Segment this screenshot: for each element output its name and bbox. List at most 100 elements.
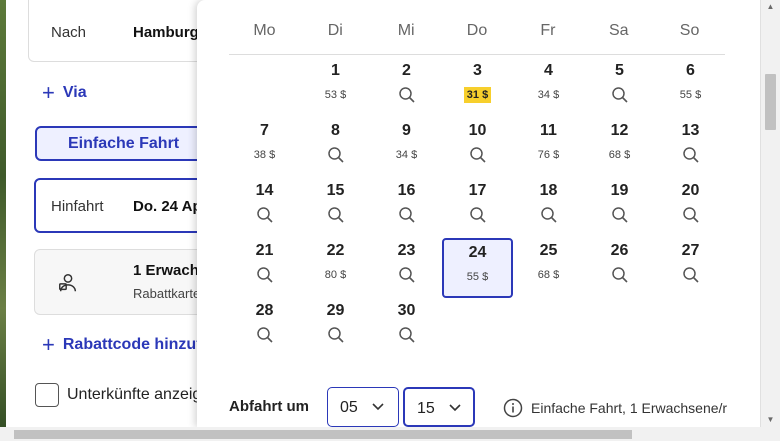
day-number: 18 — [539, 182, 558, 199]
calendar-day[interactable]: 20 — [655, 178, 726, 238]
calendar-day[interactable]: 13 — [655, 118, 726, 178]
day-price: 53 $ — [324, 89, 347, 101]
day-number: 29 — [326, 302, 345, 319]
calendar-day[interactable]: 14 — [229, 178, 300, 238]
discount-code-label: Rabattcode hinzufü — [62, 336, 212, 353]
calendar-day[interactable]: 8 — [300, 118, 371, 178]
passenger-selector[interactable]: 1 Erwach Rabattkarte — [34, 249, 224, 315]
calendar-day[interactable]: 17 — [442, 178, 513, 238]
calendar-day[interactable]: 4 34 $ — [513, 58, 584, 118]
magnifier-icon — [682, 147, 699, 163]
chevron-down-icon — [449, 404, 461, 412]
hour-value: 05 — [340, 399, 358, 416]
day-number: 3 — [473, 62, 482, 79]
day-number: 17 — [468, 182, 487, 199]
calendar-day[interactable]: 12 68 $ — [584, 118, 655, 178]
day-number: 16 — [397, 182, 416, 199]
magnifier-icon — [611, 207, 628, 223]
magnifier-icon — [469, 207, 486, 223]
outbound-value: Do. 24 Ap — [133, 198, 202, 215]
hour-select[interactable]: 05 — [327, 387, 399, 427]
calendar-day[interactable]: 30 — [371, 298, 442, 358]
add-discount-code-button[interactable]: + Rabattcode hinzufü — [42, 334, 212, 356]
magnifier-icon — [611, 267, 628, 283]
calendar-day[interactable]: 7 38 $ — [229, 118, 300, 178]
day-price: 68 $ — [608, 149, 631, 161]
departure-time-label: Abfahrt um — [229, 398, 309, 415]
magnifier-icon — [398, 87, 415, 103]
cheapest-price-badge: 31 $ — [463, 87, 492, 103]
calendar-day[interactable]: 23 — [371, 238, 442, 298]
magnifier-icon — [398, 267, 415, 283]
magnifier-icon — [327, 327, 344, 343]
vertical-scroll-thumb[interactable] — [765, 74, 776, 130]
calendar-day[interactable]: 28 — [229, 298, 300, 358]
calendar-day[interactable]: 1 53 $ — [300, 58, 371, 118]
magnifier-icon — [327, 207, 344, 223]
magnifier-icon — [256, 267, 273, 283]
discount-card-label: Rabattkarte — [133, 286, 201, 301]
calendar-day[interactable]: 10 — [442, 118, 513, 178]
day-price: 34 $ — [395, 149, 418, 161]
date-picker-panel: Mo Di Mi Do Fr Sa So 1 53 $2 3 31 $4 34 $5 6 5… — [197, 0, 760, 427]
plus-icon: + — [42, 80, 55, 105]
calendar-day[interactable]: 3 31 $ — [442, 58, 513, 118]
accommodation-checkbox[interactable] — [35, 383, 59, 407]
weekday-label: So — [679, 22, 700, 39]
day-number: 24 — [468, 244, 487, 261]
minute-select[interactable]: 15 — [403, 387, 475, 427]
calendar-day[interactable]: 25 68 $ — [513, 238, 584, 298]
day-number: 15 — [326, 182, 345, 199]
calendar-day[interactable]: 11 76 $ — [513, 118, 584, 178]
calendar-day[interactable]: 15 — [300, 178, 371, 238]
magnifier-icon — [682, 267, 699, 283]
add-via-button[interactable]: + Via — [42, 80, 87, 105]
trip-info-text: Einfache Fahrt, 1 Erwachsene/r — [531, 400, 728, 416]
calendar-day[interactable]: 5 — [584, 58, 655, 118]
day-number: 26 — [610, 242, 629, 259]
outbound-date-field[interactable]: Hinfahrt Do. 24 Ap — [34, 178, 224, 233]
show-accommodation-row[interactable]: Unterkünfte anzeige — [35, 383, 210, 407]
horizontal-scroll-thumb[interactable] — [14, 430, 632, 439]
magnifier-icon — [611, 87, 628, 103]
day-price: 38 $ — [253, 149, 276, 161]
trip-info: Einfache Fahrt, 1 Erwachsene/r — [503, 398, 727, 418]
weekday-label: Fr — [540, 22, 556, 39]
calendar-day[interactable]: 26 — [584, 238, 655, 298]
scroll-down-icon[interactable]: ▼ — [765, 415, 776, 425]
to-value: Hamburg — [133, 24, 199, 41]
day-number: 1 — [331, 62, 340, 79]
calendar-day[interactable]: 27 — [655, 238, 726, 298]
calendar-day[interactable]: 29 — [300, 298, 371, 358]
calendar-day[interactable]: 2 — [371, 58, 442, 118]
weekday-label: Sa — [608, 22, 629, 39]
calendar-day[interactable]: 22 80 $ — [300, 238, 371, 298]
day-price: 55 $ — [679, 89, 702, 101]
calendar-day[interactable]: 21 — [229, 238, 300, 298]
calendar-day[interactable]: 18 — [513, 178, 584, 238]
day-number: 25 — [539, 242, 558, 259]
calendar-day[interactable]: 19 — [584, 178, 655, 238]
day-number: 14 — [255, 182, 274, 199]
weekday-header: Mo Di Mi Do Fr Sa So — [229, 22, 725, 55]
calendar-day[interactable]: 6 55 $ — [655, 58, 726, 118]
weekday-label: Do — [466, 22, 488, 39]
day-price: 76 $ — [537, 149, 560, 161]
day-number: 27 — [681, 242, 700, 259]
day-number: 13 — [681, 122, 700, 139]
calendar-day[interactable]: 16 — [371, 178, 442, 238]
day-price: 34 $ — [537, 89, 560, 101]
calendar-day-selected[interactable]: 24 55 $ — [442, 238, 513, 298]
magnifier-icon — [540, 207, 557, 223]
via-label: Via — [62, 84, 87, 101]
day-number: 4 — [544, 62, 553, 79]
chevron-down-icon — [372, 403, 384, 411]
vertical-scrollbar[interactable] — [760, 0, 780, 441]
day-number: 21 — [255, 242, 274, 259]
day-number: 7 — [260, 122, 269, 139]
scroll-up-icon[interactable]: ▲ — [765, 2, 776, 12]
day-number: 30 — [397, 302, 416, 319]
calendar-day[interactable]: 9 34 $ — [371, 118, 442, 178]
magnifier-icon — [256, 327, 273, 343]
day-number: 19 — [610, 182, 629, 199]
